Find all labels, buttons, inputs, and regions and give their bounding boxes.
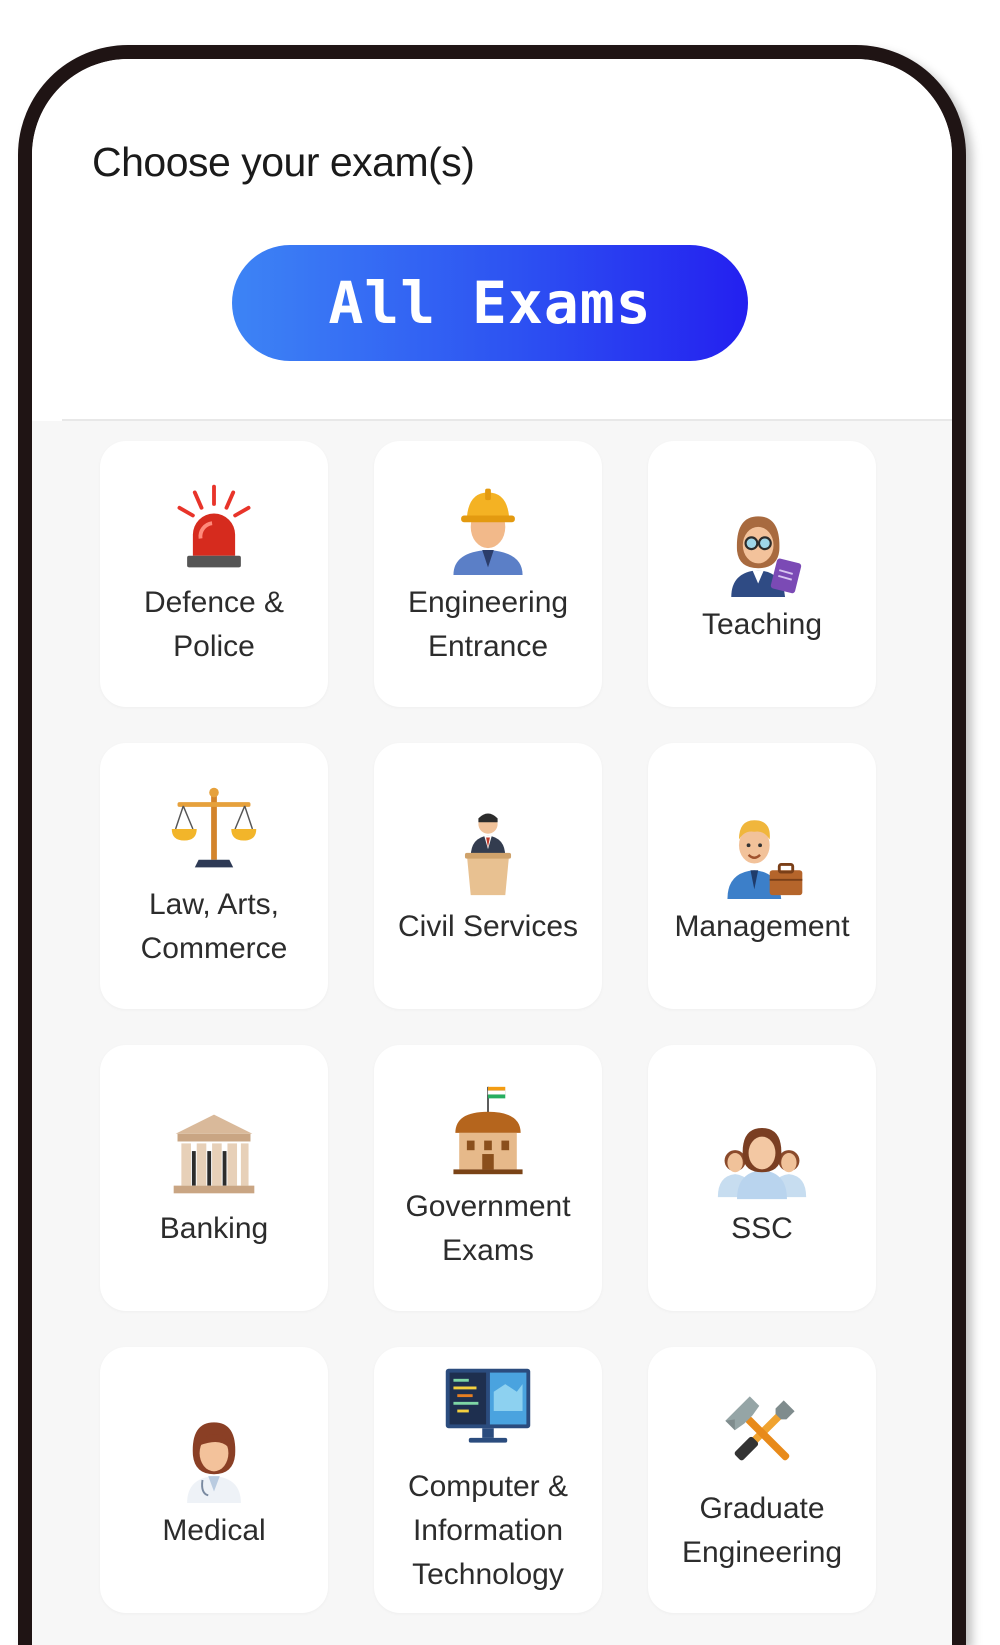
category-teaching[interactable]: Teaching <box>648 441 876 707</box>
page-title: Choose your exam(s) <box>92 139 475 185</box>
category-civil-services[interactable]: Civil Services <box>374 743 602 1009</box>
category-banking[interactable]: Banking <box>100 1045 328 1311</box>
phone-frame: Choose your exam(s) All Exams Defence & … <box>18 45 966 1645</box>
siren-icon <box>166 479 262 575</box>
category-label: Engineering Entrance <box>407 586 569 663</box>
category-label: Banking <box>159 1212 269 1245</box>
category-label: SSC <box>731 1212 793 1245</box>
category-management[interactable]: Management <box>648 743 876 1009</box>
category-label: Government Exams <box>405 1190 571 1267</box>
category-defence-police[interactable]: Defence & Police <box>100 441 328 707</box>
category-label: Law, Arts, Commerce <box>140 888 288 965</box>
exam-category-grid: Defence & Police Engineering Entrance Te… <box>32 421 952 1645</box>
category-graduate-engineering[interactable]: Graduate Engineering <box>648 1347 876 1613</box>
group-people-icon <box>714 1105 810 1201</box>
engineer-hardhat-icon <box>440 479 536 575</box>
category-label: Graduate Engineering <box>681 1492 843 1569</box>
category-label: Defence & Police <box>143 586 285 663</box>
government-building-icon <box>440 1083 536 1179</box>
category-engineering-entrance[interactable]: Engineering Entrance <box>374 441 602 707</box>
podium-speaker-icon <box>440 803 536 899</box>
category-government-exams[interactable]: Government Exams <box>374 1045 602 1311</box>
category-ssc[interactable]: SSC <box>648 1045 876 1311</box>
category-law-arts-commerce[interactable]: Law, Arts, Commerce <box>100 743 328 1009</box>
category-label: Civil Services <box>397 910 579 943</box>
category-label: Teaching <box>701 608 823 641</box>
all-exams-button[interactable]: All Exams <box>232 245 748 361</box>
category-label: Management <box>674 910 850 943</box>
category-computer-it[interactable]: Computer & Information Technology <box>374 1347 602 1613</box>
category-label: Computer & Information Technology <box>407 1470 569 1591</box>
scales-of-justice-icon <box>166 781 262 877</box>
category-medical[interactable]: Medical <box>100 1347 328 1613</box>
bank-building-icon <box>166 1105 262 1201</box>
computer-monitor-icon <box>440 1363 536 1459</box>
category-label: Medical <box>162 1514 266 1547</box>
hammer-wrench-icon <box>714 1385 810 1481</box>
doctor-icon <box>166 1407 262 1503</box>
header: Choose your exam(s) All Exams <box>32 59 952 419</box>
manager-briefcase-icon <box>714 803 810 899</box>
teacher-icon <box>714 501 810 597</box>
